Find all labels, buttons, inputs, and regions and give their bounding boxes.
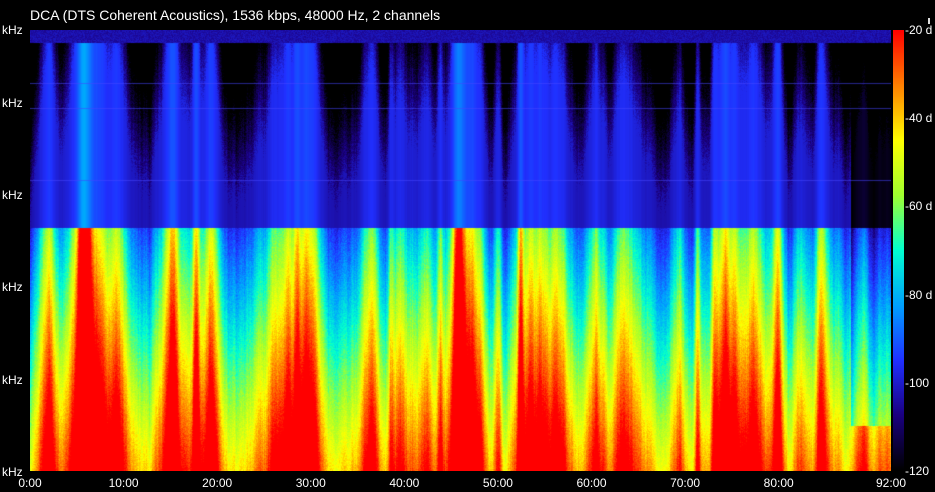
y-tick-label: kHz [2, 188, 23, 202]
colorbar-tick-label: -20 d [905, 23, 933, 37]
x-tick-label: 92:00 [875, 476, 907, 490]
x-tick-label: 70:00 [670, 476, 701, 490]
corner-mark [928, 18, 930, 24]
y-tick-label: kHz [2, 280, 23, 294]
x-tick-label: 80:00 [763, 476, 794, 490]
colorbar-tick-label: -40 d [905, 111, 933, 126]
y-tick-label: kHz [2, 23, 23, 37]
y-tick-label: kHz [2, 96, 23, 110]
colorbar-tick-label: -120 [905, 464, 930, 478]
colorbar [893, 30, 904, 471]
spectrogram-plot [30, 30, 891, 471]
chart-title: DCA (DTS Coherent Acoustics), 1536 kbps,… [30, 7, 441, 23]
colorbar-tick-label: -80 d [905, 287, 933, 302]
x-tick-label: 60:00 [576, 476, 607, 490]
y-tick-label: kHz [2, 373, 23, 387]
x-tick-label: 30:00 [295, 476, 326, 490]
x-tick-label: 0:00 [18, 476, 42, 490]
x-tick-label: 40:00 [389, 476, 420, 490]
x-tick-label: 50:00 [482, 476, 513, 490]
colorbar-tick-label: -100 [905, 375, 930, 390]
x-tick-label: 20:00 [202, 476, 233, 490]
x-tick-label: 10:00 [108, 476, 139, 490]
colorbar-tick-label: -60 d [905, 199, 933, 214]
